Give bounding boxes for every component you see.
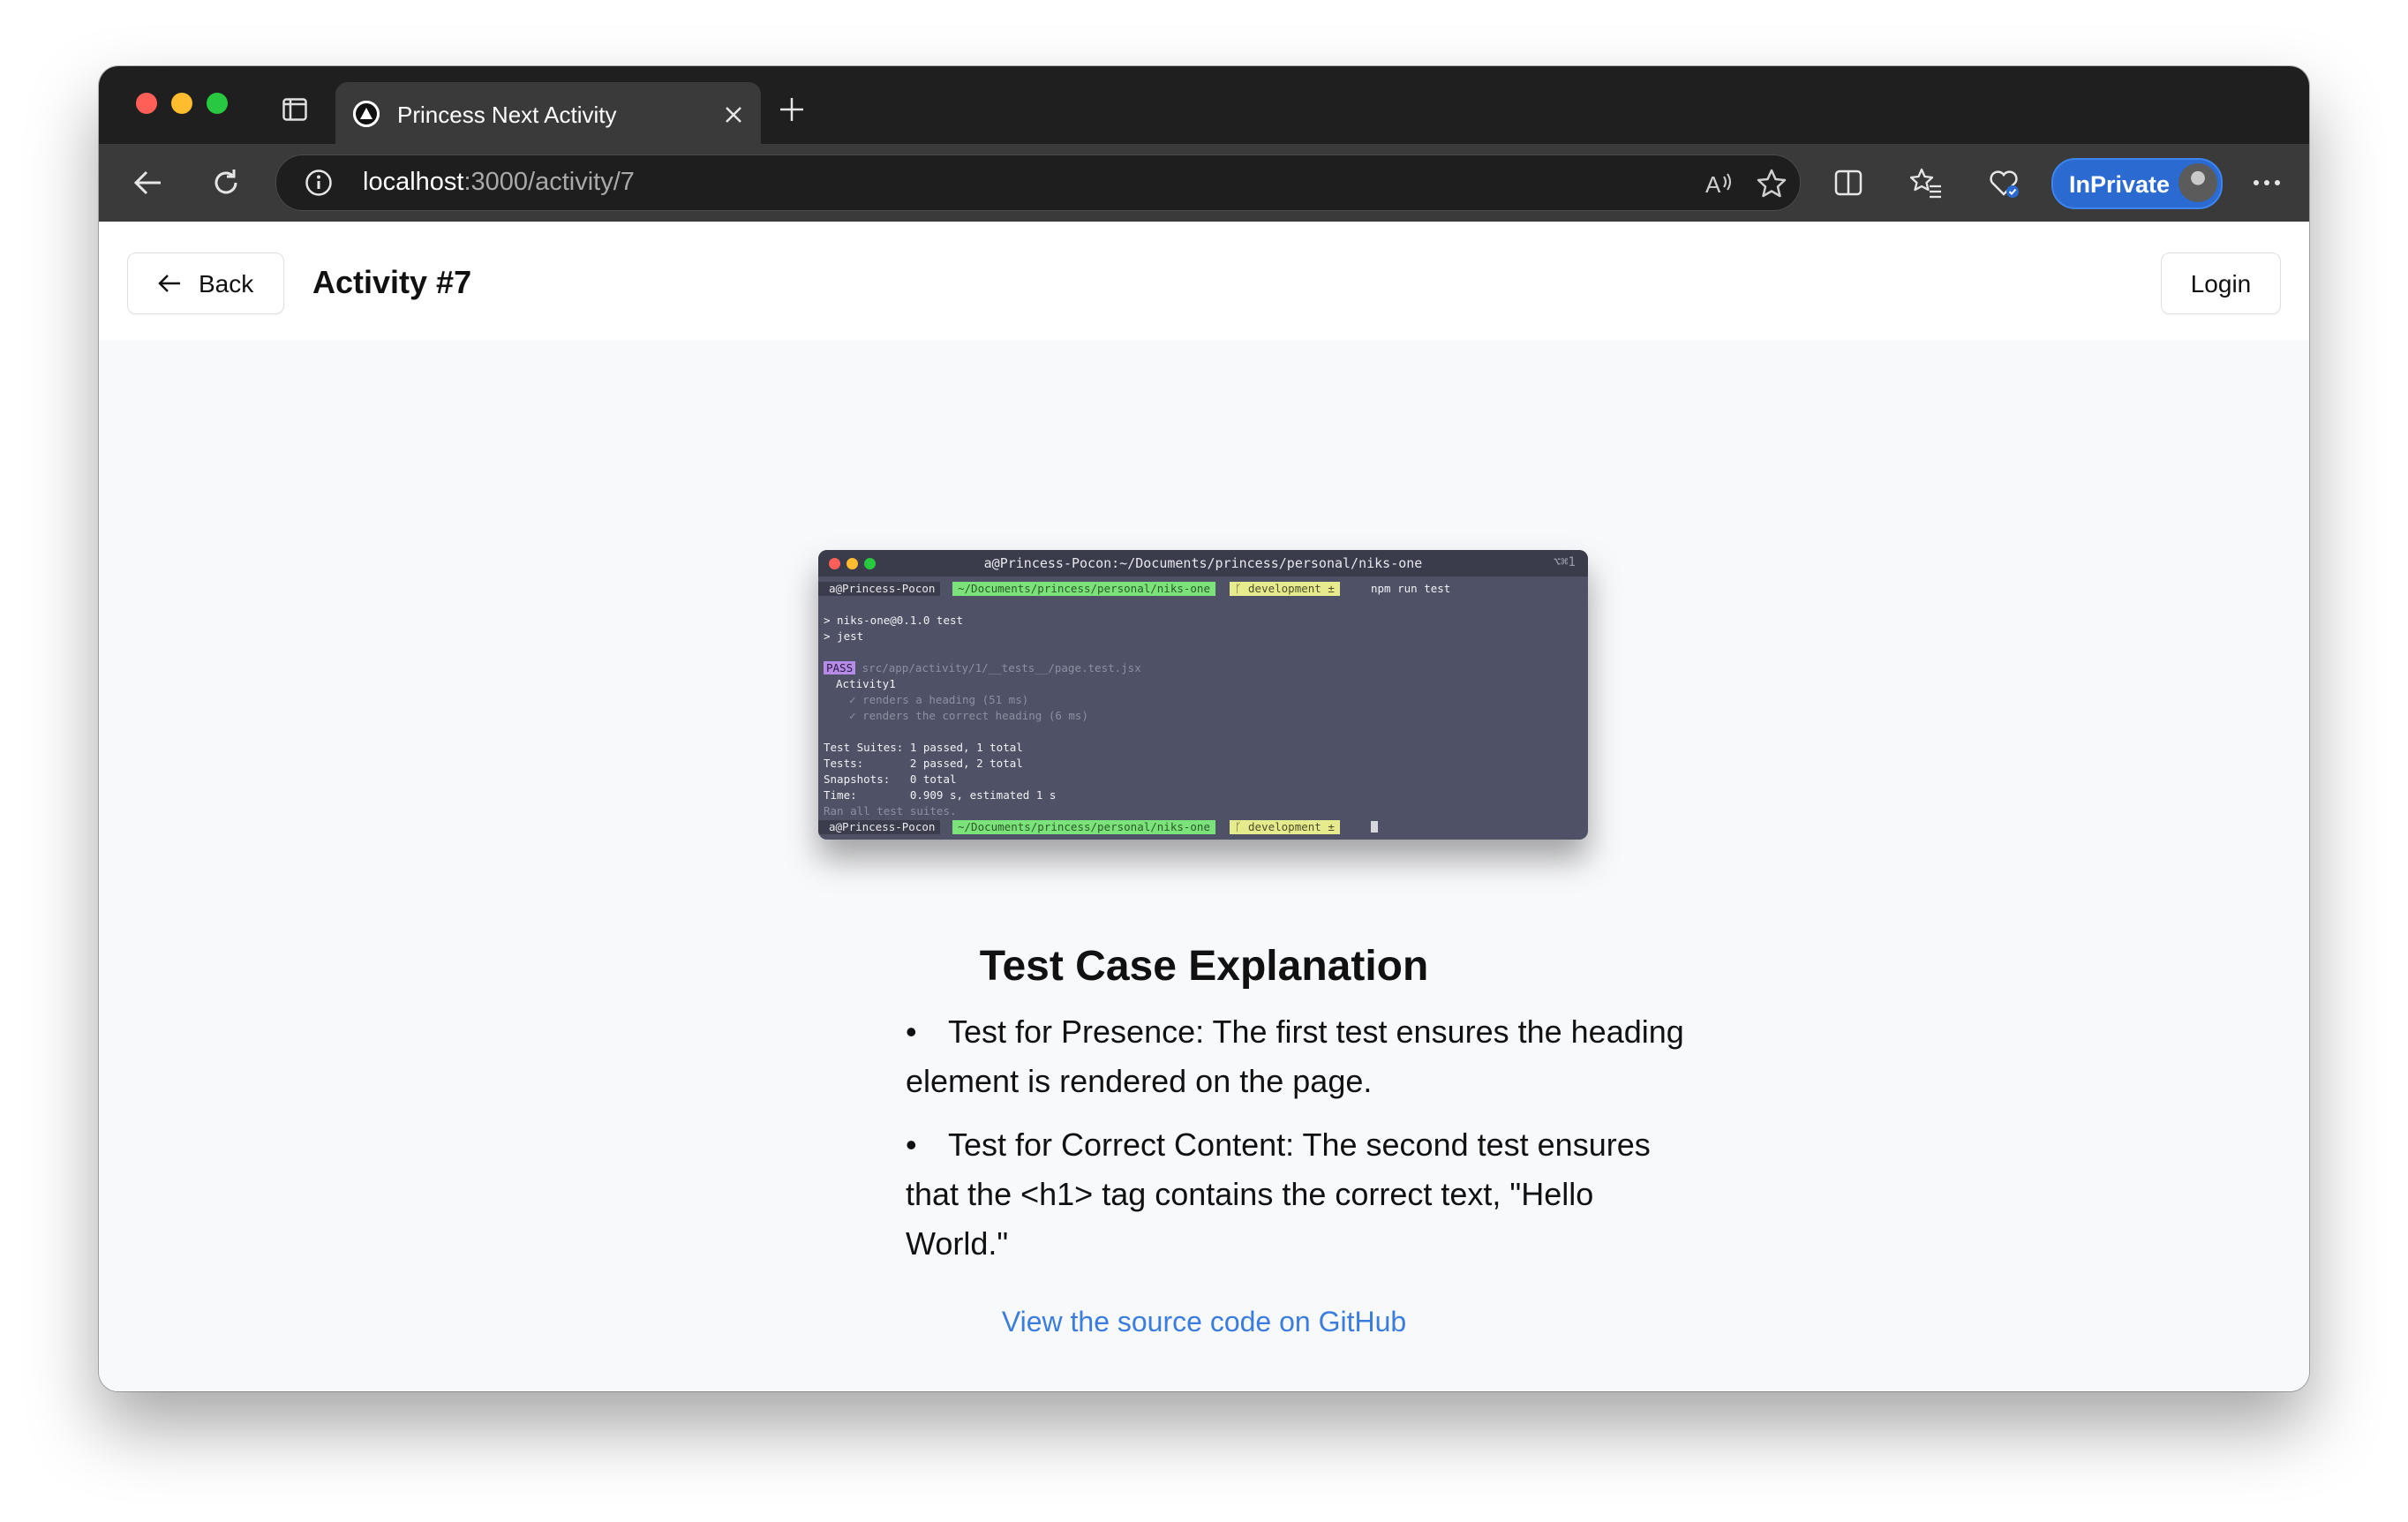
prompt-branch-name: development [1248,582,1321,595]
toolbar: localhost:3000/activity/7 A InPrivate [99,144,2309,222]
login-button[interactable]: Login [2161,252,2281,314]
page-title: Activity #7 [312,264,472,300]
list-item-text: Test for Correct Content: The second tes… [906,1126,1651,1262]
tab-actions-icon[interactable] [282,98,307,121]
favorites-icon[interactable] [1910,167,1942,199]
maximize-window-button[interactable] [207,93,228,114]
terminal-line: Tests: 2 passed, 2 total [824,757,1023,770]
prompt-path: ~/Documents/princess/personal/niks-one [952,582,1215,596]
inprivate-button[interactable]: InPrivate [2051,158,2223,209]
more-options-icon[interactable] [2251,177,2283,188]
list-item-text: Test for Presence: The first test ensure… [906,1013,1684,1099]
tab-title: Princess Next Activity [397,102,617,128]
browser-window: Princess Next Activity localhost:3000/ac… [99,66,2309,1391]
terminal-line: > jest [824,629,864,643]
reload-icon[interactable] [210,167,242,199]
minimize-window-button[interactable] [171,93,192,114]
terminal-title: a@Princess-Pocon:~/Documents/princess/pe… [983,555,1423,571]
close-window-button[interactable] [136,93,157,114]
read-aloud-icon[interactable]: A [1703,168,1735,200]
address-bar[interactable]: localhost:3000/activity/7 A [275,154,1801,211]
terminal-prompt-bottom: a@Princess-Pocon ~/Documents/princess/pe… [818,820,1588,834]
prompt-path: ~/Documents/princess/personal/niks-one [952,820,1215,834]
page-header: Back Activity #7 Login [99,222,2309,340]
nextjs-favicon-icon [353,101,380,127]
terminal-line: ✓ renders a heading (51 ms) [836,693,1029,706]
terminal-line: ✓ renders the correct heading (6 ms) [836,709,1088,722]
prompt-host: a@Princess-Pocon [818,820,941,834]
list-item: • Test for Correct Content: The second te… [906,1120,1700,1269]
favorite-star-icon[interactable] [1756,168,1787,200]
profile-avatar [2178,163,2217,202]
prompt-host: a@Princess-Pocon [818,582,941,596]
github-source-link[interactable]: View the source code on GitHub [99,1306,2309,1338]
prompt-command: npm run test [1371,582,1451,595]
terminal-line: > niks-one@0.1.0 test [824,614,964,627]
tab-active[interactable]: Princess Next Activity [335,82,761,144]
prompt-branch: ᚴ development ± [1230,582,1340,596]
login-button-label: Login [2190,270,2252,298]
tab-strip: Princess Next Activity [99,66,2309,144]
terminal-pass-line: PASS src/app/activity/1/__tests__/page.t… [824,661,1141,675]
url-path: :3000/activity/7 [463,168,635,196]
bullet-icon: • [906,1126,917,1163]
terminal-line: Snapshots: 0 total [824,772,957,786]
new-tab-icon[interactable] [779,96,805,123]
svg-text:A: A [1705,171,1721,198]
prompt-branch: ᚴ development ± [1230,820,1340,834]
split-screen-icon[interactable] [1832,167,1864,199]
terminal-line: Activity1 [836,677,896,690]
terminal-titlebar: a@Princess-Pocon:~/Documents/princess/pe… [818,550,1588,576]
prompt-branch-name: development [1248,820,1321,833]
bullet-list: • Test for Presence: The first test ensur… [906,1007,1700,1283]
terminal-cursor [1366,820,1383,834]
site-info-icon[interactable] [305,169,333,197]
terminal-line: Time: 0.909 s, estimated 1 s [824,788,1057,802]
terminal-prompt: a@Princess-Pocon ~/Documents/princess/pe… [818,582,1588,596]
browser-essentials-icon[interactable] [1988,167,2020,199]
close-tab-icon[interactable] [724,105,743,124]
test-file-path: src/app/activity/1/__tests__/page.test.j… [862,661,1141,674]
terminal-line: Test Suites: 1 passed, 1 total [824,741,1023,754]
url-host: localhost [363,168,464,196]
terminal-screenshot: a@Princess-Pocon:~/Documents/princess/pe… [818,550,1588,840]
arrow-left-icon [158,275,180,292]
terminal-line: Ran all test suites. [824,804,957,818]
back-button[interactable]: Back [127,252,284,314]
section-heading: Test Case Explanation [979,943,1429,990]
list-item: • Test for Presence: The first test ensur… [906,1007,1700,1106]
terminal-shortcut: ⌥⌘1 [1553,555,1576,569]
back-arrow-icon[interactable] [132,167,164,199]
bullet-icon: • [906,1013,917,1050]
back-button-label: Back [199,270,254,298]
pass-badge: PASS [824,661,856,674]
page-content: Back Activity #7 Login a@Princess-Pocon:… [99,222,2309,1391]
url-text[interactable]: localhost:3000/activity/7 [363,168,635,197]
inprivate-label: InPrivate [2069,171,2171,198]
